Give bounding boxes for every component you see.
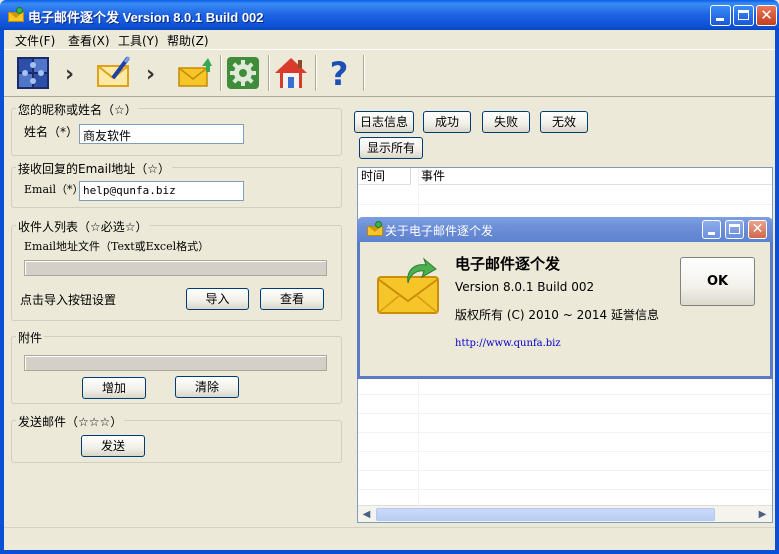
- minimize-icon: [716, 18, 724, 21]
- clear-attachment-button[interactable]: 清除: [175, 376, 239, 398]
- about-version: Version 8.0.1 Build 002: [455, 280, 595, 294]
- grid-line: [358, 470, 772, 471]
- about-dialog-title: 关于电子邮件逐个发: [385, 224, 494, 238]
- invalid-filter-button[interactable]: 无效: [540, 111, 588, 133]
- close-icon: ✕: [760, 6, 773, 24]
- about-dialog: 关于电子邮件逐个发 ✕ 电子邮件逐个发 Version 8.0.1 Build …: [357, 217, 773, 379]
- failed-filter-button[interactable]: 失败: [482, 111, 530, 133]
- send-mail-icon: [178, 58, 212, 87]
- close-button[interactable]: ✕: [756, 5, 777, 26]
- success-filter-button[interactable]: 成功: [423, 111, 471, 133]
- column-header-event[interactable]: 事件: [418, 168, 772, 185]
- maximize-icon: [729, 224, 740, 234]
- about-app-name: 电子邮件逐个发: [455, 255, 561, 273]
- attachments-group: 附件 增加 清除: [11, 329, 342, 404]
- send-button[interactable]: 发送: [81, 435, 145, 457]
- about-website-link[interactable]: http://www.qunfa.biz: [455, 338, 561, 349]
- app-mail-icon: [367, 221, 383, 236]
- send-tool-button[interactable]: [176, 54, 214, 92]
- send-group-legend: 发送邮件（☆☆☆）: [16, 413, 125, 430]
- reply-group: 接收回复的Email地址（☆） Email（*） help@qunfa.biz: [11, 160, 342, 208]
- home-icon: [275, 58, 307, 88]
- help-icon: ?: [330, 55, 349, 93]
- view-button[interactable]: 查看: [260, 288, 324, 310]
- scroll-right-icon[interactable]: ▶: [755, 507, 770, 522]
- log-filter-button[interactable]: 日志信息: [354, 111, 414, 133]
- toolbar-separator: [315, 55, 317, 91]
- window-frame-right: [775, 30, 779, 554]
- close-icon: ✕: [751, 221, 764, 237]
- gear-icon: [227, 57, 259, 89]
- recipients-group: 收件人列表（☆必选☆） Email地址文件（Text或Excel格式） 点击导入…: [11, 218, 342, 321]
- sender-group: 您的昵称或姓名（☆） 姓名（*） 商友软件: [11, 101, 342, 156]
- puzzle-icon: [17, 57, 49, 89]
- toolbar: › › ?: [4, 49, 775, 97]
- minimize-icon: [708, 232, 715, 235]
- help-tool-button[interactable]: ?: [320, 54, 358, 93]
- grid-line: [358, 432, 772, 433]
- puzzle-tool-button[interactable]: [14, 54, 52, 92]
- grid-line: [358, 394, 772, 395]
- grid-line: [358, 489, 772, 490]
- chevron-right-icon: ›: [146, 62, 156, 87]
- toolbar-separator: [363, 55, 365, 91]
- grid-line: [358, 451, 772, 452]
- toolbar-separator: [220, 55, 222, 91]
- menu-bar: 文件(F) 查看(X) 工具(Y) 帮助(Z): [4, 30, 775, 48]
- menu-view[interactable]: 查看(X): [68, 32, 110, 49]
- attachments-group-legend: 附件: [16, 329, 45, 346]
- column-header-time[interactable]: 时间: [358, 168, 411, 185]
- maximize-button[interactable]: [733, 5, 754, 26]
- dialog-minimize-button[interactable]: [702, 220, 721, 239]
- name-label: 姓名（*）: [24, 125, 79, 139]
- menu-help[interactable]: 帮助(Z): [167, 32, 209, 49]
- recipients-file-field: [24, 260, 327, 276]
- dialog-maximize-button[interactable]: [725, 220, 744, 239]
- name-field[interactable]: 商友软件: [79, 124, 244, 144]
- reply-group-legend: 接收回复的Email地址（☆）: [16, 160, 173, 177]
- email-field[interactable]: help@qunfa.biz: [79, 181, 244, 201]
- grid-line: [358, 413, 772, 414]
- email-label: Email（*）: [24, 183, 84, 196]
- compose-tool-button[interactable]: [95, 54, 133, 92]
- recipients-group-legend: 收件人列表（☆必选☆）: [16, 218, 150, 235]
- settings-tool-button[interactable]: [224, 54, 262, 92]
- window-frame-left: [0, 30, 4, 554]
- menu-tools[interactable]: 工具(Y): [118, 32, 159, 49]
- title-bar[interactable]: 电子邮件逐个发 Version 8.0.1 Build 002 ✕: [0, 0, 779, 30]
- add-attachment-button[interactable]: 增加: [82, 377, 146, 399]
- toolbar-separator: [268, 55, 270, 91]
- status-bar: [4, 527, 775, 550]
- dialog-close-button[interactable]: ✕: [748, 220, 767, 239]
- maximize-icon: [738, 10, 749, 20]
- send-group: 发送邮件（☆☆☆） 发送: [11, 413, 342, 463]
- app-mail-icon: [8, 7, 24, 22]
- attachments-field: [24, 355, 327, 371]
- scroll-thumb[interactable]: [376, 508, 715, 521]
- svg-text:?: ?: [330, 55, 349, 92]
- window-title: 电子邮件逐个发 Version 8.0.1 Build 002: [28, 10, 264, 25]
- window-frame-bottom: [0, 550, 779, 554]
- menu-file[interactable]: 文件(F): [15, 32, 55, 49]
- minimize-button[interactable]: [710, 5, 731, 26]
- ok-button[interactable]: OK: [680, 257, 755, 306]
- horizontal-scrollbar[interactable]: ◀ ▶: [358, 505, 772, 522]
- scroll-left-icon[interactable]: ◀: [359, 507, 374, 522]
- about-copyright: 版权所有 (C) 2010 ~ 2014 延誉信息: [455, 308, 659, 322]
- compose-mail-icon: [97, 56, 131, 87]
- recipients-file-label: Email地址文件（Text或Excel格式）: [24, 240, 210, 253]
- import-button[interactable]: 导入: [186, 288, 249, 310]
- import-hint-label: 点击导入按钮设置: [20, 293, 117, 307]
- mail-logo-icon: [377, 257, 439, 314]
- show-all-button[interactable]: 显示所有: [359, 137, 423, 159]
- about-dialog-title-bar[interactable]: 关于电子邮件逐个发 ✕: [357, 217, 773, 242]
- chevron-right-icon: ›: [65, 62, 75, 87]
- grid-line: [358, 204, 772, 205]
- home-tool-button[interactable]: [272, 54, 310, 92]
- sender-group-legend: 您的昵称或姓名（☆）: [16, 101, 139, 118]
